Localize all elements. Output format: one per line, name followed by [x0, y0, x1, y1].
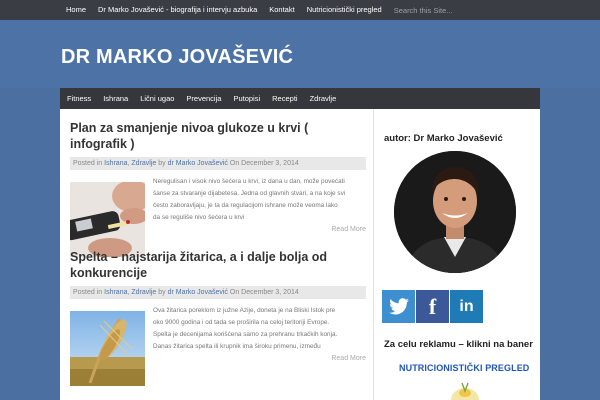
meta-author-link[interactable]: dr Marko Jovašević — [168, 289, 228, 296]
nav-item-zdravlje[interactable]: Zdravlje — [304, 88, 343, 109]
facebook-icon[interactable]: f — [416, 290, 449, 323]
post-meta: Posted in Ishrana, Zdravlje by dr Marko … — [70, 286, 366, 299]
author-avatar — [394, 151, 516, 273]
nav-item-putopisi[interactable]: Putopisi — [227, 88, 266, 109]
top-bar: Home Dr Marko Jovašević - biografija i i… — [0, 0, 600, 20]
post-item: Plan za smanjenje nivoa glukoze u krvi (… — [70, 120, 366, 257]
spelt-grain-image — [70, 311, 145, 386]
excerpt-line: Spelta je decenijama korišćena samo za p… — [153, 331, 338, 338]
meta-separator: , — [127, 289, 130, 296]
post-thumbnail[interactable] — [70, 311, 145, 386]
read-more-link[interactable]: Read More — [331, 226, 366, 233]
author-photo — [394, 151, 516, 273]
nav-item-recepti[interactable]: Recepti — [266, 88, 303, 109]
meta-by: by — [158, 289, 166, 296]
post-title-line: konkurencije — [70, 266, 148, 280]
twitter-icon[interactable] — [382, 290, 415, 323]
banner-image[interactable] — [440, 379, 490, 400]
twitter-bird-glyph — [388, 297, 409, 314]
post-title-line: Spelta – najstarija žitarica, a i dalje … — [70, 250, 328, 264]
post-excerpt: Neregulisan i visok nivo šećera u krvi, … — [153, 176, 366, 224]
search-input[interactable] — [389, 0, 460, 20]
post-title[interactable]: Spelta – najstarija žitarica, a i dalje … — [70, 249, 366, 281]
nav-item-fitness[interactable]: Fitness — [60, 88, 97, 109]
nav-item-prevencija[interactable]: Prevencija — [180, 88, 227, 109]
post-excerpt: Ova žitarica poreklom iz južne Azije, do… — [153, 305, 366, 353]
site-title[interactable]: DR MARKO JOVAŠEVIĆ — [61, 46, 293, 69]
nutricionisticki-banner[interactable]: NUTRICIONISTIČKI PREGLED — [399, 363, 529, 373]
meta-category-link[interactable]: Zdravlje — [131, 289, 156, 296]
excerpt-line: da se reguliše nivo šećera u krvi — [153, 214, 245, 221]
meta-category-link[interactable]: Zdravlje — [131, 160, 156, 167]
topnav-item-home[interactable]: Home — [60, 0, 92, 20]
post-title[interactable]: Plan za smanjenje nivoa glukoze u krvi (… — [70, 120, 366, 152]
excerpt-line: šanse za stvaranje dijabetesa. Jedna od … — [153, 190, 346, 197]
meta-by: by — [158, 160, 166, 167]
topnav-item-kontakt[interactable]: Kontakt — [263, 0, 300, 20]
linkedin-icon[interactable]: in — [450, 290, 483, 323]
topnav-item-nutricionisticki[interactable]: Nutricionistički pregled — [301, 0, 388, 20]
main-navigation: Fitness Ishrana Lični ugao Prevencija Pu… — [60, 88, 540, 109]
social-links: f in — [382, 290, 483, 323]
post-list: Plan za smanjenje nivoa glukoze u krvi (… — [70, 109, 366, 400]
sidebar: autor: Dr Marko Jovašević f in Za celu r… — [380, 109, 540, 400]
nav-item-licni-ugao[interactable]: Lični ugao — [134, 88, 180, 109]
meta-separator: , — [127, 160, 130, 167]
meta-category-link[interactable]: Ishrana — [104, 289, 127, 296]
top-navigation: Home Dr Marko Jovašević - biografija i i… — [0, 0, 460, 20]
post-meta: Posted in Ishrana, Zdravlje by dr Marko … — [70, 157, 366, 170]
excerpt-line: često zaboravljaju, je ta da regulacijom… — [153, 202, 338, 209]
excerpt-line: Ova žitarica poreklom iz južne Azije, do… — [153, 307, 336, 314]
post-thumbnail[interactable] — [70, 182, 145, 257]
glucose-meter-image — [70, 182, 145, 257]
nav-item-ishrana[interactable]: Ishrana — [97, 88, 134, 109]
excerpt-line: Neregulisan i visok nivo šećera u krvi, … — [153, 178, 345, 185]
post-body: Neregulisan i visok nivo šećera u krvi, … — [70, 176, 366, 257]
topnav-item-biografija[interactable]: Dr Marko Jovašević - biografija i interv… — [92, 0, 263, 20]
site-header: DR MARKO JOVAŠEVIĆ — [0, 20, 600, 88]
excerpt-line: oko 9000 godina i od tada se proširila n… — [153, 319, 330, 326]
content-wrapper: Plan za smanjenje nivoa glukoze u krvi (… — [60, 109, 540, 400]
read-more-link[interactable]: Read More — [331, 355, 366, 362]
meta-date: On December 3, 2014 — [229, 289, 299, 296]
excerpt-line: Danas žitarica spelta ili krupnik ima ši… — [153, 343, 321, 350]
meta-category-link[interactable]: Ishrana — [104, 160, 127, 167]
meta-author-link[interactable]: dr Marko Jovašević — [168, 160, 228, 167]
banner-food-graphic — [451, 382, 479, 400]
post-item: Spelta – najstarija žitarica, a i dalje … — [70, 249, 366, 386]
meta-posted-in: Posted in — [73, 289, 103, 296]
meta-date: On December 3, 2014 — [229, 160, 299, 167]
post-body: Ova žitarica poreklom iz južne Azije, do… — [70, 305, 366, 386]
sidebar-divider — [373, 109, 374, 400]
meta-posted-in: Posted in — [73, 160, 103, 167]
author-widget-title: autor: Dr Marko Jovašević — [384, 133, 503, 144]
ads-widget-title: Za celu reklamu – klikni na baner — [384, 339, 533, 350]
